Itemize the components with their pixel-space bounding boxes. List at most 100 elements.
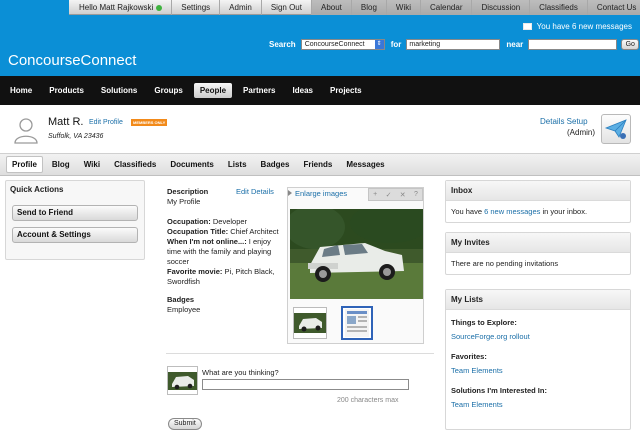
online-status-icon: [156, 5, 163, 11]
tab-friends[interactable]: Friends: [298, 157, 337, 172]
not-online-label: When I'm not online...:: [167, 237, 247, 246]
near-label: near: [506, 40, 524, 49]
utility-bar: Hello Matt Rajkowski Settings Admin Sign…: [69, 0, 640, 15]
account-settings-button[interactable]: Account & Settings: [12, 227, 138, 243]
main-nav-partners[interactable]: Partners: [237, 83, 281, 98]
list-label-favorites: Favorites:: [451, 352, 487, 361]
user-greeting[interactable]: Hello Matt Rajkowski: [69, 0, 173, 15]
main-nav-groups[interactable]: Groups: [148, 83, 188, 98]
tab-lists[interactable]: Lists: [223, 157, 252, 172]
not-online-row: When I'm not online...: I enjoy time wit…: [167, 237, 282, 267]
search-label: Search: [269, 40, 296, 49]
list-item-solutions[interactable]: Team Elements: [451, 400, 625, 410]
main-nav-ideas[interactable]: Ideas: [287, 83, 319, 98]
invites-panel: My Invites There are no pending invitati…: [445, 232, 631, 275]
jeep-thumbnail: [294, 313, 326, 333]
go-button[interactable]: Go: [621, 39, 640, 50]
occupation-title-row: Occupation Title: Chief Architect: [167, 227, 282, 237]
user-avatar-icon: [14, 118, 38, 144]
photo-thumbnail-1[interactable]: [293, 307, 327, 339]
tab-classifieds[interactable]: Classifieds: [109, 157, 161, 172]
photo-thumbnail-2[interactable]: [341, 306, 373, 340]
details-setup-link[interactable]: Details Setup: [540, 117, 588, 126]
occupation-title-value: Chief Architect: [230, 227, 279, 236]
main-nav-solutions[interactable]: Solutions: [95, 83, 143, 98]
enlarge-images-label: Enlarge images: [295, 189, 348, 198]
inbox-panel: Inbox You have 6 new messages in your in…: [445, 180, 631, 223]
badges-title: Badges: [167, 295, 195, 304]
nav-classifieds[interactable]: Classifieds: [530, 0, 588, 15]
send-to-friend-button[interactable]: Send to Friend: [12, 205, 138, 221]
setup-icon[interactable]: [601, 114, 631, 144]
occupation-value: Developer: [212, 217, 248, 226]
search-scope-value: ConcourseConnect: [304, 41, 365, 48]
nav-blog[interactable]: Blog: [351, 0, 387, 15]
character-limit-note: 200 characters max: [337, 397, 399, 404]
messages-notice-prefix: You have: [536, 22, 572, 31]
play-triangle-icon: [288, 190, 292, 196]
nav-wiki[interactable]: Wiki: [386, 0, 422, 15]
main-nav: Home Products Solutions Groups People Pa…: [0, 76, 640, 105]
tab-badges[interactable]: Badges: [256, 157, 295, 172]
occupation-title-label: Occupation Title:: [167, 227, 229, 236]
jeep-photo: [290, 209, 423, 299]
status-avatar: [167, 366, 198, 395]
inbox-messages-link[interactable]: 6 new messages: [484, 207, 540, 216]
help-icon[interactable]: ?: [414, 191, 418, 198]
tab-messages[interactable]: Messages: [341, 157, 389, 172]
profile-role: (Admin): [567, 128, 596, 137]
search-scope-select[interactable]: ConcourseConnect ⇕: [300, 39, 385, 50]
main-nav-products[interactable]: Products: [43, 83, 90, 98]
main-nav-people[interactable]: People: [193, 83, 233, 98]
inbox-title: Inbox: [446, 181, 630, 201]
tab-profile[interactable]: Profile: [6, 156, 43, 173]
main-nav-home[interactable]: Home: [4, 83, 38, 98]
nav-discussion[interactable]: Discussion: [472, 0, 531, 15]
nav-settings[interactable]: Settings: [172, 0, 221, 15]
new-messages-link[interactable]: 6 new messages: [572, 22, 632, 31]
quick-actions-title: Quick Actions: [10, 185, 64, 194]
inbox-body: You have 6 new messages in your inbox.: [446, 201, 630, 223]
profile-tabs: Profile Blog Wiki Classifieds Documents …: [0, 153, 640, 176]
main-photo[interactable]: [290, 209, 423, 299]
invites-title: My Invites: [446, 233, 630, 253]
edit-profile-link[interactable]: Edit Profile: [89, 119, 123, 126]
list-item-explore[interactable]: SourceForge.org rollout: [451, 332, 625, 342]
check-icon[interactable]: ✓: [386, 191, 392, 199]
members-only-badge: MEMBERS ONLY: [131, 119, 168, 126]
search-input[interactable]: marketing: [406, 39, 501, 50]
nav-calendar[interactable]: Calendar: [421, 0, 473, 15]
near-input[interactable]: [528, 39, 618, 50]
nav-contact-us[interactable]: Contact Us: [587, 0, 640, 15]
lists-body: Things to Explore: SourceForge.org rollo…: [446, 310, 630, 416]
status-input[interactable]: [202, 379, 409, 390]
lists-panel: My Lists Things to Explore: SourceForge.…: [445, 289, 631, 430]
document-thumbnail: [345, 309, 369, 337]
main-nav-projects[interactable]: Projects: [324, 83, 368, 98]
add-icon[interactable]: +: [373, 191, 377, 198]
inbox-prefix: You have: [451, 207, 485, 216]
greeting-text: Hello Matt Rajkowski: [79, 3, 154, 12]
badges-value: Employee: [167, 305, 201, 314]
image-toolbar: + ✓ ✕ ?: [368, 188, 423, 201]
movie-label: Favorite movie:: [167, 267, 223, 276]
tab-documents[interactable]: Documents: [165, 157, 219, 172]
tab-blog[interactable]: Blog: [47, 157, 75, 172]
inbox-suffix: in your inbox.: [540, 207, 588, 216]
profile-description: Description My Profile Occupation: Devel…: [167, 187, 282, 315]
close-icon[interactable]: ✕: [400, 191, 406, 199]
nav-admin[interactable]: Admin: [220, 0, 262, 15]
status-prompt: What are you thinking?: [202, 368, 279, 377]
enlarge-images-link[interactable]: Enlarge images: [288, 189, 347, 198]
tab-wiki[interactable]: Wiki: [79, 157, 105, 172]
occupation-row: Occupation: Developer: [167, 217, 282, 227]
paper-plane-icon: [604, 119, 627, 139]
nav-about[interactable]: About: [311, 0, 352, 15]
lists-title: My Lists: [446, 290, 630, 310]
site-logo[interactable]: ConcourseConnect: [8, 52, 136, 69]
profile-name: Matt R.: [48, 116, 84, 128]
list-item-favorites[interactable]: Team Elements: [451, 366, 625, 376]
messages-notice: You have 6 new messages: [522, 22, 632, 31]
nav-sign-out[interactable]: Sign Out: [262, 0, 312, 15]
submit-button[interactable]: Submit: [168, 418, 202, 430]
